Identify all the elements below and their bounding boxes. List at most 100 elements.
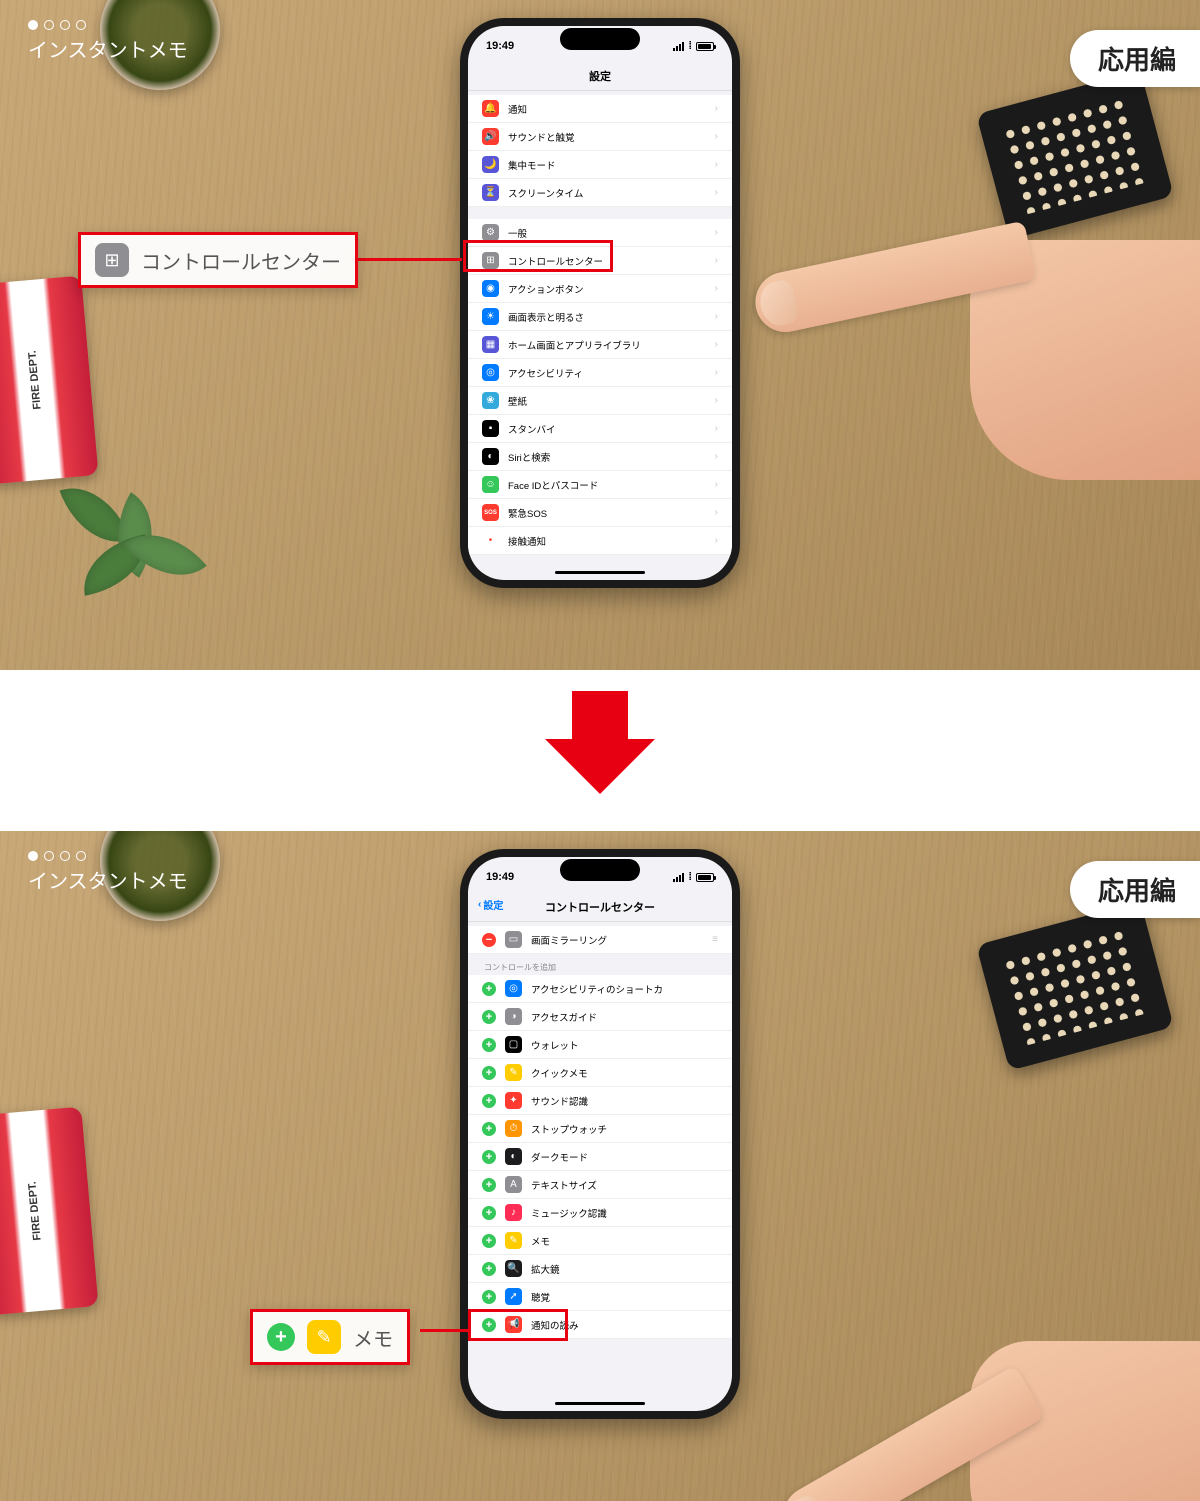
settings-row[interactable]: ⏳ スクリーンタイム › xyxy=(468,179,732,207)
prop-can xyxy=(0,1107,99,1316)
settings-row[interactable]: ❀壁紙› xyxy=(468,387,732,415)
available-control-row[interactable]: +✦サウンド認識 xyxy=(468,1087,732,1115)
add-button[interactable]: + xyxy=(482,1066,496,1080)
row-label: メモ xyxy=(531,1234,550,1248)
settings-row[interactable]: 🔔通知› xyxy=(468,95,732,123)
settings-row[interactable]: ◐Siriと検索› xyxy=(468,443,732,471)
settings-row[interactable]: 🌙集中モード› xyxy=(468,151,732,179)
add-button[interactable]: + xyxy=(482,1010,496,1024)
chevron-right-icon: › xyxy=(715,159,718,170)
add-button[interactable]: + xyxy=(482,1122,496,1136)
included-control-row[interactable]: −▭画面ミラーリング≡ xyxy=(468,926,732,954)
available-control-row[interactable]: +▢ウォレット xyxy=(468,1031,732,1059)
available-control-row[interactable]: +✎クイックメモ xyxy=(468,1059,732,1087)
available-control-row[interactable]: +✎メモ xyxy=(468,1227,732,1255)
prop-box xyxy=(976,901,1174,1071)
settings-row[interactable]: ◎アクセシビリティ› xyxy=(468,359,732,387)
iphone-frame: 19:49 ⁞ ‹ 設定 コントロールセンター −▭画面ミラーリング≡コントロー… xyxy=(460,849,740,1419)
row-icon: ♪ xyxy=(505,1204,522,1221)
settings-row[interactable]: ☺Face IDとパスコード› xyxy=(468,471,732,499)
home-indicator[interactable] xyxy=(555,571,645,574)
chevron-right-icon: › xyxy=(715,507,718,518)
step-indicator: インスタントメモ xyxy=(28,20,188,63)
control-center-list[interactable]: −▭画面ミラーリング≡コントロールを追加+◎アクセシビリティのショートカ+◑アク… xyxy=(468,922,732,1343)
row-label: アクセシビリティのショートカ xyxy=(531,982,663,996)
settings-row[interactable]: SOS緊急SOS› xyxy=(468,499,732,527)
available-control-row[interactable]: +♪ミュージック認識 xyxy=(468,1199,732,1227)
row-icon: ✎ xyxy=(505,1064,522,1081)
add-button[interactable]: + xyxy=(482,1094,496,1108)
row-label: テキストサイズ xyxy=(531,1178,597,1192)
battery-icon xyxy=(696,42,714,51)
available-control-row[interactable]: + ⏱ ストップウォッチ xyxy=(468,1115,732,1143)
control-center-icon: ⊞ xyxy=(95,243,129,277)
add-button[interactable]: + xyxy=(482,1206,496,1220)
step-dot-1 xyxy=(28,851,38,861)
add-button[interactable]: + xyxy=(482,1038,496,1052)
callout-memo: + ✎ メモ xyxy=(250,1309,410,1365)
reorder-handle-icon[interactable]: ≡ xyxy=(712,934,718,945)
nav-title: 設定 xyxy=(468,66,732,91)
row-icon: ⏱ xyxy=(505,1120,522,1137)
row-label: ウォレット xyxy=(531,1038,579,1052)
step-dot-4 xyxy=(76,851,86,861)
settings-row[interactable]: ◉アクションボタン› xyxy=(468,275,732,303)
row-icon: ☺ xyxy=(482,476,499,493)
settings-row[interactable]: ☀画面表示と明るさ› xyxy=(468,303,732,331)
settings-row[interactable]: ▦ホーム画面とアプリライブラリ› xyxy=(468,331,732,359)
add-button[interactable]: + xyxy=(482,1150,496,1164)
chevron-right-icon: › xyxy=(715,103,718,114)
phone-screen-control-center: 19:49 ⁞ ‹ 設定 コントロールセンター −▭画面ミラーリング≡コントロー… xyxy=(468,857,732,1411)
status-time: 19:49 xyxy=(486,40,514,52)
connector-line-1 xyxy=(352,258,462,261)
available-control-row[interactable]: +◎アクセシビリティのショートカ xyxy=(468,975,732,1003)
iphone-frame: 19:49 ⁞ 設定 🔔通知›🔊サウンドと触覚›🌙集中モード›⏳スクリーンタイム… xyxy=(460,18,740,588)
tutorial-title: インスタントメモ xyxy=(28,34,188,63)
settings-row[interactable]: •接触通知› xyxy=(468,527,732,555)
chevron-right-icon: › xyxy=(715,187,718,198)
settings-row[interactable]: 🔊サウンドと触覚› xyxy=(468,123,732,151)
settings-row[interactable]: ▪スタンバイ› xyxy=(468,415,732,443)
callout-label: コントロールセンター xyxy=(141,246,341,275)
signal-icon xyxy=(673,42,684,51)
row-label: サウンドと触覚 xyxy=(508,130,575,144)
add-button[interactable]: + xyxy=(482,1178,496,1192)
home-indicator[interactable] xyxy=(555,1402,645,1405)
add-icon: + xyxy=(267,1323,295,1351)
add-button[interactable]: + xyxy=(482,982,496,996)
step-dot-1 xyxy=(28,20,38,30)
settings-row[interactable]: ⚙一般› xyxy=(468,219,732,247)
step-dot-2 xyxy=(44,851,54,861)
chevron-right-icon: › xyxy=(715,227,718,238)
available-control-row[interactable]: +🔍拡大鏡 xyxy=(468,1255,732,1283)
row-icon: A xyxy=(505,1176,522,1193)
prop-box xyxy=(976,70,1174,240)
row-icon: ▦ xyxy=(482,336,499,353)
back-button[interactable]: ‹ 設定 xyxy=(478,897,503,912)
chevron-right-icon: › xyxy=(715,367,718,378)
row-label: ストップウォッチ xyxy=(531,1122,607,1136)
available-control-row[interactable]: +◑アクセスガイド xyxy=(468,1003,732,1031)
settings-list[interactable]: 🔔通知›🔊サウンドと触覚›🌙集中モード›⏳スクリーンタイム›⚙一般›⊞コントロー… xyxy=(468,91,732,559)
available-control-row[interactable]: +📢通知の読み xyxy=(468,1311,732,1339)
available-control-row[interactable]: +➚聴覚 xyxy=(468,1283,732,1311)
signal-icon xyxy=(673,873,684,882)
row-label: スクリーンタイム xyxy=(508,186,583,200)
add-button[interactable]: + xyxy=(482,1262,496,1276)
row-label: アクセスガイド xyxy=(531,1010,597,1024)
add-button[interactable]: + xyxy=(482,1234,496,1248)
chevron-right-icon: › xyxy=(715,283,718,294)
category-badge: 応用編 xyxy=(1070,30,1200,87)
row-label: 画面ミラーリング xyxy=(531,933,607,947)
row-icon: ⏳ xyxy=(482,184,499,201)
available-control-row[interactable]: +◐ダークモード xyxy=(468,1143,732,1171)
add-button[interactable]: + xyxy=(482,1290,496,1304)
row-label: ホーム画面とアプリライブラリ xyxy=(508,338,641,352)
settings-row[interactable]: ⊞コントロールセンター› xyxy=(468,247,732,275)
available-control-row[interactable]: + A テキストサイズ xyxy=(468,1171,732,1199)
add-button[interactable]: + xyxy=(482,1318,496,1332)
row-icon: • xyxy=(482,532,499,549)
remove-button[interactable]: − xyxy=(482,933,496,947)
row-label: サウンド認識 xyxy=(531,1094,588,1108)
row-icon: ◐ xyxy=(482,448,499,465)
